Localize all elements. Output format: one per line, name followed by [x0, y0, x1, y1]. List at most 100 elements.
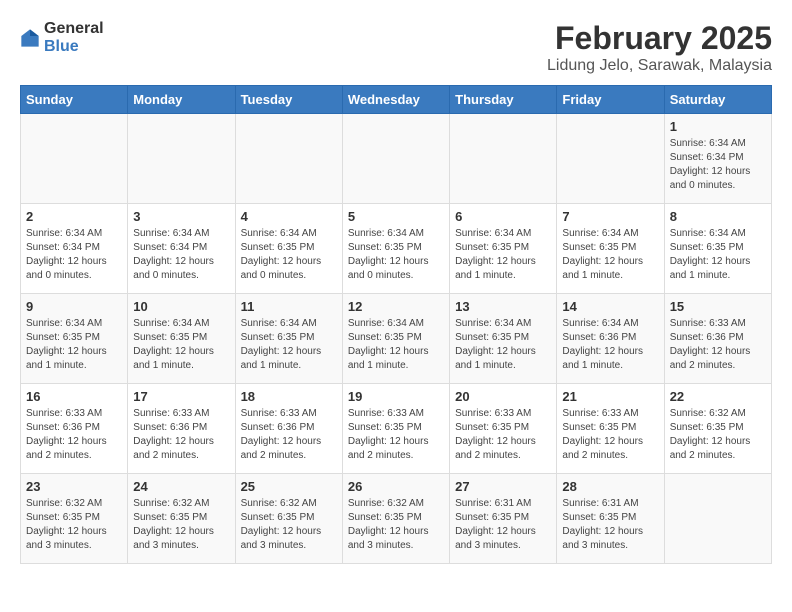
- calendar-week-1: 1 Sunrise: 6:34 AM Sunset: 6:34 PM Daylig…: [21, 114, 772, 204]
- col-sunday: Sunday: [21, 86, 128, 114]
- calendar-cell: 9 Sunrise: 6:34 AM Sunset: 6:35 PM Daylig…: [21, 294, 128, 384]
- col-wednesday: Wednesday: [342, 86, 449, 114]
- calendar-week-2: 2 Sunrise: 6:34 AM Sunset: 6:34 PM Daylig…: [21, 204, 772, 294]
- calendar-cell: 8 Sunrise: 6:34 AM Sunset: 6:35 PM Daylig…: [664, 204, 771, 294]
- calendar-cell: 5 Sunrise: 6:34 AM Sunset: 6:35 PM Daylig…: [342, 204, 449, 294]
- calendar-title: February 2025: [547, 20, 772, 57]
- day-number: 14: [562, 299, 658, 314]
- day-number: 12: [348, 299, 444, 314]
- calendar-cell: 16 Sunrise: 6:33 AM Sunset: 6:36 PM Dayli…: [21, 384, 128, 474]
- day-info: Sunrise: 6:33 AM Sunset: 6:36 PM Dayligh…: [670, 317, 766, 373]
- col-saturday: Saturday: [664, 86, 771, 114]
- day-info: Sunrise: 6:33 AM Sunset: 6:35 PM Dayligh…: [348, 407, 444, 463]
- calendar-cell: [235, 114, 342, 204]
- calendar-week-3: 9 Sunrise: 6:34 AM Sunset: 6:35 PM Daylig…: [21, 294, 772, 384]
- day-number: 11: [241, 299, 337, 314]
- day-number: 26: [348, 479, 444, 494]
- day-info: Sunrise: 6:34 AM Sunset: 6:35 PM Dayligh…: [670, 227, 766, 283]
- day-number: 22: [670, 389, 766, 404]
- logo-general: General: [44, 20, 104, 38]
- col-tuesday: Tuesday: [235, 86, 342, 114]
- day-info: Sunrise: 6:33 AM Sunset: 6:36 PM Dayligh…: [133, 407, 229, 463]
- calendar-cell: 20 Sunrise: 6:33 AM Sunset: 6:35 PM Dayli…: [450, 384, 557, 474]
- calendar-subtitle: Lidung Jelo, Sarawak, Malaysia: [547, 57, 772, 75]
- calendar-cell: [557, 114, 664, 204]
- calendar-cell: 21 Sunrise: 6:33 AM Sunset: 6:35 PM Dayli…: [557, 384, 664, 474]
- day-number: 4: [241, 209, 337, 224]
- calendar-week-5: 23Sunrise: 6:32 AM Sunset: 6:35 PM Dayli…: [21, 474, 772, 564]
- calendar-cell: 28Sunrise: 6:31 AM Sunset: 6:35 PM Dayli…: [557, 474, 664, 564]
- calendar-cell: 22 Sunrise: 6:32 AM Sunset: 6:35 PM Dayli…: [664, 384, 771, 474]
- day-info: Sunrise: 6:34 AM Sunset: 6:34 PM Dayligh…: [670, 137, 766, 193]
- day-number: 1: [670, 119, 766, 134]
- calendar-cell: 12 Sunrise: 6:34 AM Sunset: 6:35 PM Dayli…: [342, 294, 449, 384]
- day-info: Sunrise: 6:32 AM Sunset: 6:35 PM Dayligh…: [241, 497, 337, 553]
- day-info: Sunrise: 6:34 AM Sunset: 6:35 PM Dayligh…: [348, 227, 444, 283]
- day-info: Sunrise: 6:34 AM Sunset: 6:35 PM Dayligh…: [562, 227, 658, 283]
- day-info: Sunrise: 6:34 AM Sunset: 6:35 PM Dayligh…: [455, 317, 551, 373]
- calendar-cell: 4Sunrise: 6:34 AM Sunset: 6:35 PM Daylig…: [235, 204, 342, 294]
- day-info: Sunrise: 6:34 AM Sunset: 6:35 PM Dayligh…: [455, 227, 551, 283]
- calendar-cell: 25 Sunrise: 6:32 AM Sunset: 6:35 PM Dayli…: [235, 474, 342, 564]
- day-info: Sunrise: 6:34 AM Sunset: 6:35 PM Dayligh…: [133, 317, 229, 373]
- calendar-cell: [342, 114, 449, 204]
- day-info: Sunrise: 6:34 AM Sunset: 6:34 PM Dayligh…: [26, 227, 122, 283]
- day-info: Sunrise: 6:32 AM Sunset: 6:35 PM Dayligh…: [26, 497, 122, 553]
- day-number: 5: [348, 209, 444, 224]
- calendar-cell: 17Sunrise: 6:33 AM Sunset: 6:36 PM Dayli…: [128, 384, 235, 474]
- day-info: Sunrise: 6:34 AM Sunset: 6:34 PM Dayligh…: [133, 227, 229, 283]
- calendar-cell: 23Sunrise: 6:32 AM Sunset: 6:35 PM Dayli…: [21, 474, 128, 564]
- day-number: 10: [133, 299, 229, 314]
- day-number: 24: [133, 479, 229, 494]
- calendar-cell: [664, 474, 771, 564]
- day-number: 28: [562, 479, 658, 494]
- day-info: Sunrise: 6:33 AM Sunset: 6:35 PM Dayligh…: [562, 407, 658, 463]
- day-info: Sunrise: 6:32 AM Sunset: 6:35 PM Dayligh…: [133, 497, 229, 553]
- day-number: 9: [26, 299, 122, 314]
- day-number: 13: [455, 299, 551, 314]
- day-number: 25: [241, 479, 337, 494]
- title-area: February 2025 Lidung Jelo, Sarawak, Mala…: [547, 20, 772, 75]
- day-number: 7: [562, 209, 658, 224]
- col-friday: Friday: [557, 86, 664, 114]
- calendar-cell: 1 Sunrise: 6:34 AM Sunset: 6:34 PM Daylig…: [664, 114, 771, 204]
- calendar-cell: [450, 114, 557, 204]
- day-info: Sunrise: 6:33 AM Sunset: 6:36 PM Dayligh…: [241, 407, 337, 463]
- day-number: 3: [133, 209, 229, 224]
- day-number: 21: [562, 389, 658, 404]
- calendar-cell: 11 Sunrise: 6:34 AM Sunset: 6:35 PM Dayli…: [235, 294, 342, 384]
- logo-text: General Blue: [44, 20, 104, 55]
- calendar-cell: 24 Sunrise: 6:32 AM Sunset: 6:35 PM Dayli…: [128, 474, 235, 564]
- day-number: 27: [455, 479, 551, 494]
- calendar-week-4: 16 Sunrise: 6:33 AM Sunset: 6:36 PM Dayli…: [21, 384, 772, 474]
- day-info: Sunrise: 6:32 AM Sunset: 6:35 PM Dayligh…: [348, 497, 444, 553]
- header-row: Sunday Monday Tuesday Wednesday Thursday…: [21, 86, 772, 114]
- col-monday: Monday: [128, 86, 235, 114]
- day-info: Sunrise: 6:33 AM Sunset: 6:35 PM Dayligh…: [455, 407, 551, 463]
- calendar-cell: 19Sunrise: 6:33 AM Sunset: 6:35 PM Dayli…: [342, 384, 449, 474]
- day-number: 20: [455, 389, 551, 404]
- header: General Blue February 2025 Lidung Jelo, …: [20, 20, 772, 75]
- calendar-table: Sunday Monday Tuesday Wednesday Thursday…: [20, 85, 772, 564]
- logo-icon: [20, 28, 40, 48]
- day-number: 16: [26, 389, 122, 404]
- day-number: 18: [241, 389, 337, 404]
- day-info: Sunrise: 6:34 AM Sunset: 6:35 PM Dayligh…: [241, 317, 337, 373]
- day-number: 15: [670, 299, 766, 314]
- day-number: 6: [455, 209, 551, 224]
- calendar-cell: 2 Sunrise: 6:34 AM Sunset: 6:34 PM Daylig…: [21, 204, 128, 294]
- day-number: 8: [670, 209, 766, 224]
- day-info: Sunrise: 6:33 AM Sunset: 6:36 PM Dayligh…: [26, 407, 122, 463]
- day-info: Sunrise: 6:32 AM Sunset: 6:35 PM Dayligh…: [670, 407, 766, 463]
- day-number: 2: [26, 209, 122, 224]
- day-info: Sunrise: 6:34 AM Sunset: 6:35 PM Dayligh…: [348, 317, 444, 373]
- calendar-cell: 14Sunrise: 6:34 AM Sunset: 6:36 PM Dayli…: [557, 294, 664, 384]
- calendar-cell: 7 Sunrise: 6:34 AM Sunset: 6:35 PM Daylig…: [557, 204, 664, 294]
- logo-blue: Blue: [44, 38, 104, 56]
- calendar-cell: 15 Sunrise: 6:33 AM Sunset: 6:36 PM Dayli…: [664, 294, 771, 384]
- calendar-cell: 6 Sunrise: 6:34 AM Sunset: 6:35 PM Daylig…: [450, 204, 557, 294]
- calendar-cell: 3 Sunrise: 6:34 AM Sunset: 6:34 PM Daylig…: [128, 204, 235, 294]
- calendar-cell: [128, 114, 235, 204]
- calendar-cell: 13 Sunrise: 6:34 AM Sunset: 6:35 PM Dayli…: [450, 294, 557, 384]
- day-info: Sunrise: 6:34 AM Sunset: 6:35 PM Dayligh…: [26, 317, 122, 373]
